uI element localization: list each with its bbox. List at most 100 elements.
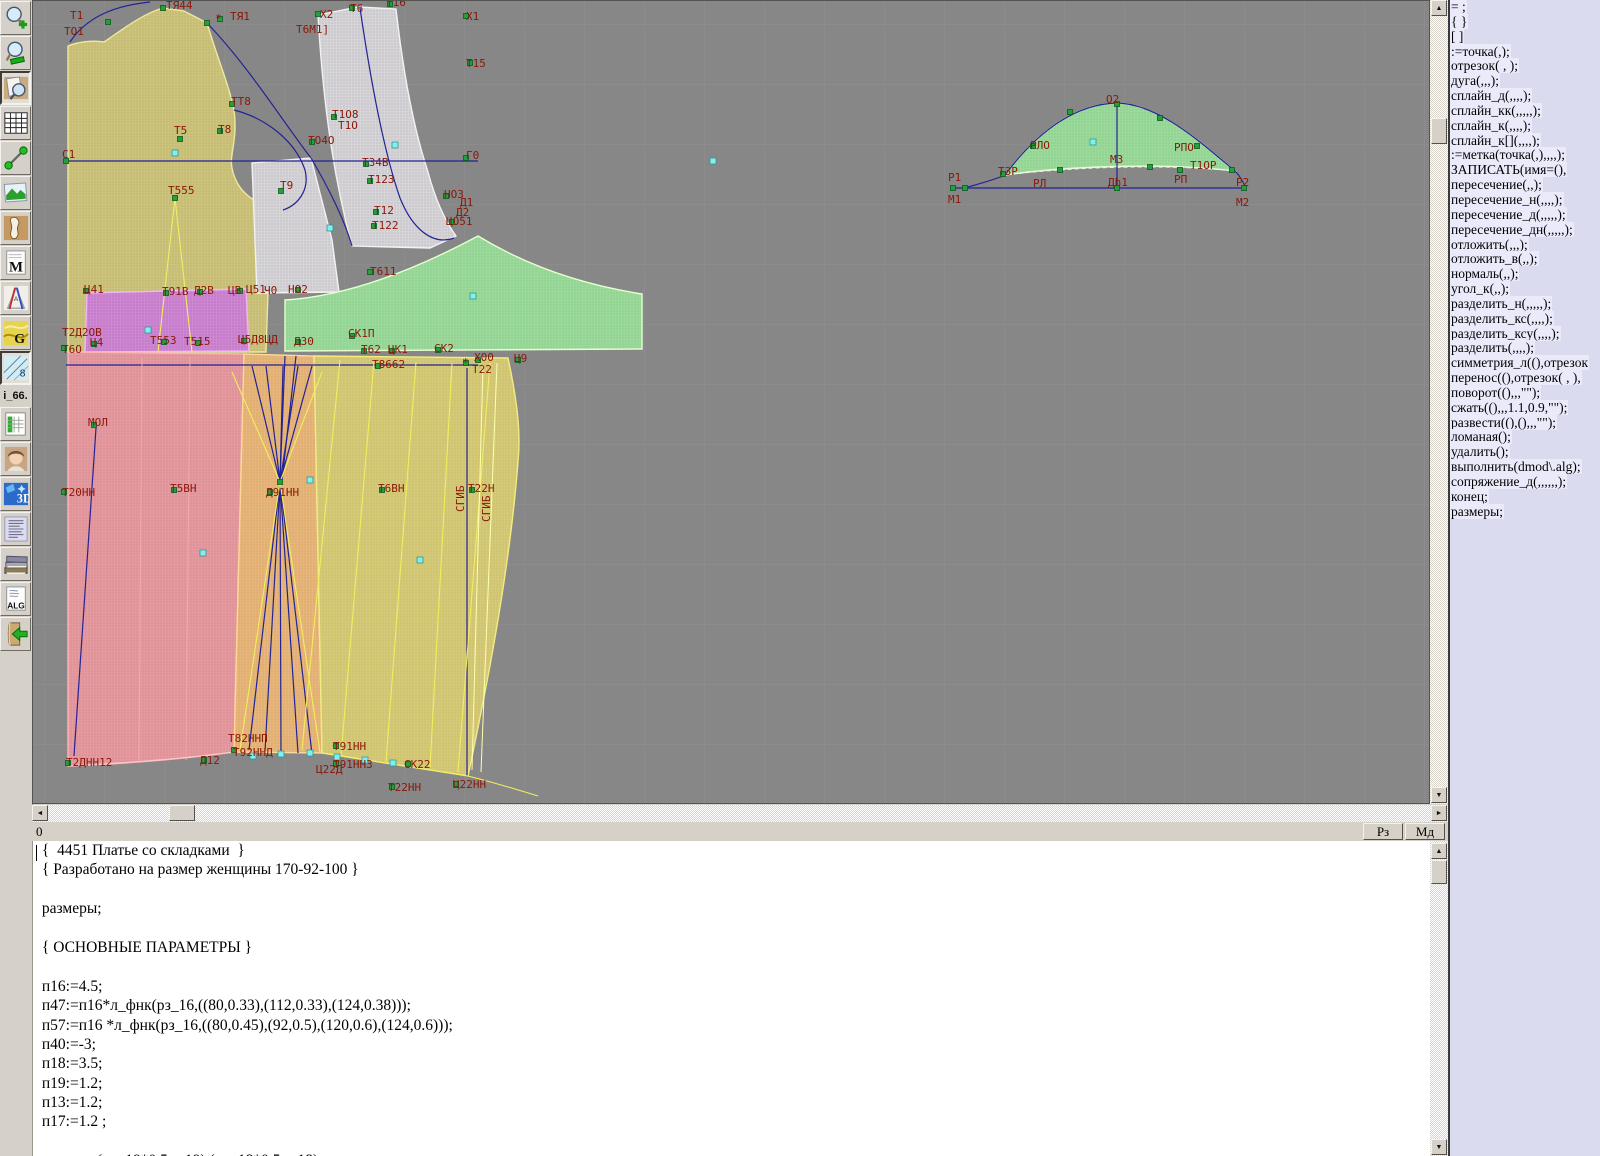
canvas-vscroll-thumb[interactable] — [1431, 118, 1447, 144]
point-marker[interactable] — [963, 186, 968, 191]
command-item[interactable]: угол_к(,,); — [1450, 282, 1600, 297]
editor-vscroll-thumb[interactable] — [1431, 860, 1447, 884]
point-marker[interactable] — [106, 20, 111, 25]
pattern-piece-skirt-front[interactable] — [68, 352, 244, 766]
command-item[interactable]: развести((),(),,,""); — [1450, 416, 1600, 431]
point-marker-selected[interactable] — [172, 150, 178, 156]
exit-book-button[interactable] — [0, 617, 31, 651]
scroll-up-icon[interactable]: ▲ — [1431, 843, 1447, 859]
command-item[interactable]: ЗАПИСАТЬ(имя=(), — [1450, 163, 1600, 178]
ruler-eight-button[interactable]: 8 — [0, 351, 31, 385]
drafting-tools-button[interactable]: A — [0, 281, 31, 315]
command-item[interactable]: разделить_н(,,,,,); — [1450, 297, 1600, 312]
books-button[interactable] — [0, 547, 31, 581]
segment-button[interactable] — [0, 141, 31, 175]
point-marker[interactable] — [1178, 168, 1183, 173]
point-marker-selected[interactable] — [1090, 139, 1096, 145]
list-doc-button[interactable] — [0, 512, 31, 546]
command-list-panel[interactable]: = ;{ }[ ]:=точка(,);отрезок( , );дуга(,,… — [1448, 0, 1600, 1156]
command-item[interactable]: пересечение_н(,,,,); — [1450, 193, 1600, 208]
point-marker-selected[interactable] — [710, 158, 716, 164]
pattern-piece-button[interactable] — [0, 211, 31, 245]
point-marker[interactable] — [1068, 110, 1073, 115]
scroll-up-icon[interactable]: ▲ — [1431, 0, 1447, 16]
point-marker[interactable] — [1158, 116, 1163, 121]
command-item[interactable]: дуга(,,,); — [1450, 74, 1600, 89]
canvas-vscrollbar[interactable]: ▲ ▼ — [1430, 0, 1448, 804]
command-item[interactable]: отложить(,,,); — [1450, 238, 1600, 253]
command-item[interactable]: :=точка(,); — [1450, 45, 1600, 60]
command-item[interactable]: { } — [1450, 15, 1600, 30]
command-item[interactable]: пересечение(,,); — [1450, 178, 1600, 193]
table-doc-button[interactable] — [0, 407, 31, 441]
drawing-canvas[interactable]: Т1ТО1ТЯ44*ТЯ1Х2Т6Т16Х1Т15Т6М1]ТТ8Т8Т5Т1О… — [33, 1, 1429, 803]
command-item[interactable]: сплайн_к[](,,,,); — [1450, 134, 1600, 149]
rz-button[interactable]: Рз — [1363, 823, 1403, 840]
grid-button[interactable] — [0, 106, 31, 140]
point-marker-selected[interactable] — [327, 225, 333, 231]
command-item[interactable]: нормаль(,,); — [1450, 267, 1600, 282]
point-marker-selected[interactable] — [200, 550, 206, 556]
command-item[interactable]: размеры; — [1450, 505, 1600, 520]
canvas-area[interactable]: Т1ТО1ТЯ44*ТЯ1Х2Т6Т16Х1Т15Т6М1]ТТ8Т8Т5Т1О… — [32, 0, 1430, 804]
g-pattern-button[interactable]: G — [0, 316, 31, 350]
command-item[interactable]: [ ] — [1450, 30, 1600, 45]
scroll-down-icon[interactable]: ▼ — [1431, 1139, 1447, 1155]
point-marker[interactable] — [1195, 144, 1200, 149]
command-item[interactable]: разделить(,,,,); — [1450, 341, 1600, 356]
command-item[interactable]: выполнить(dmod\.alg); — [1450, 460, 1600, 475]
alg-doc-button[interactable]: ALG — [0, 582, 31, 616]
algorithm-editor[interactable]: { 4451 Платье со складками } { Разработа… — [32, 841, 1430, 1156]
md-button[interactable]: Мд — [1405, 823, 1445, 840]
command-item[interactable]: пересечение_д(,,,,,); — [1450, 208, 1600, 223]
canvas-hscroll-thumb[interactable] — [169, 805, 195, 821]
point-marker-selected[interactable] — [417, 557, 423, 563]
page-preview-button[interactable] — [0, 71, 31, 105]
point-marker[interactable] — [161, 6, 166, 11]
zoom-out-button[interactable] — [0, 36, 31, 70]
command-item[interactable]: сопряжение_д(,,,,,,); — [1450, 475, 1600, 490]
point-marker-selected[interactable] — [392, 142, 398, 148]
command-item[interactable]: поворот((),,,""); — [1450, 386, 1600, 401]
point-marker-selected[interactable] — [145, 327, 151, 333]
scroll-down-icon[interactable]: ▼ — [1431, 787, 1447, 803]
point-marker-selected[interactable] — [278, 751, 284, 757]
scroll-left-icon[interactable]: ◄ — [32, 805, 48, 821]
point-marker[interactable] — [1148, 165, 1153, 170]
command-item[interactable]: пересечение_дн(,,,,,); — [1450, 223, 1600, 238]
command-item[interactable]: симметрия_л((),отрезок — [1450, 356, 1600, 371]
canvas-hscrollbar[interactable]: ◄ ► — [32, 805, 1448, 822]
point-marker-selected[interactable] — [307, 750, 313, 756]
point-marker[interactable] — [1230, 168, 1235, 173]
point-marker[interactable] — [1058, 168, 1063, 173]
command-item[interactable]: :=метка(точка(,),,,,); — [1450, 148, 1600, 163]
command-item[interactable]: разделить_ксу(,,,,); — [1450, 327, 1600, 342]
point-marker[interactable] — [205, 21, 210, 26]
command-item[interactable]: отложить_в(,,); — [1450, 252, 1600, 267]
command-item[interactable]: ломаная(); — [1450, 430, 1600, 445]
point-marker-selected[interactable] — [307, 477, 313, 483]
point-marker[interactable] — [278, 480, 283, 485]
command-item[interactable]: сплайн_к(,,,,); — [1450, 119, 1600, 134]
command-item[interactable]: отрезок( , ); — [1450, 59, 1600, 74]
point-marker-selected[interactable] — [390, 760, 396, 766]
command-item[interactable]: перенос((),отрезок( , ), — [1450, 371, 1600, 386]
point-marker-selected[interactable] — [470, 293, 476, 299]
command-item[interactable]: разделить_кс(,,,,); — [1450, 312, 1600, 327]
command-item[interactable]: конец; — [1450, 490, 1600, 505]
scroll-right-icon[interactable]: ► — [1431, 805, 1447, 821]
portrait-button[interactable] — [0, 442, 31, 476]
command-item[interactable]: удалить(); — [1450, 445, 1600, 460]
document-m-button[interactable]: M — [0, 246, 31, 280]
command-item[interactable]: сплайн_д(,,,,); — [1450, 89, 1600, 104]
picture-button[interactable] — [0, 176, 31, 210]
zoom-in-button[interactable] — [0, 1, 31, 35]
editor-vscrollbar[interactable]: ▲ ▼ — [1430, 841, 1448, 1156]
point-marker[interactable] — [178, 137, 183, 142]
pattern-piece-pleat-strip[interactable] — [234, 354, 322, 753]
point-marker[interactable] — [951, 186, 956, 191]
command-item[interactable]: сплайн_кк(,,,,,); — [1450, 104, 1600, 119]
command-item[interactable]: сжать((),,,1.1,0.9,""); — [1450, 401, 1600, 416]
three-d-button[interactable]: 3D — [0, 477, 31, 511]
command-item[interactable]: = ; — [1450, 0, 1600, 15]
